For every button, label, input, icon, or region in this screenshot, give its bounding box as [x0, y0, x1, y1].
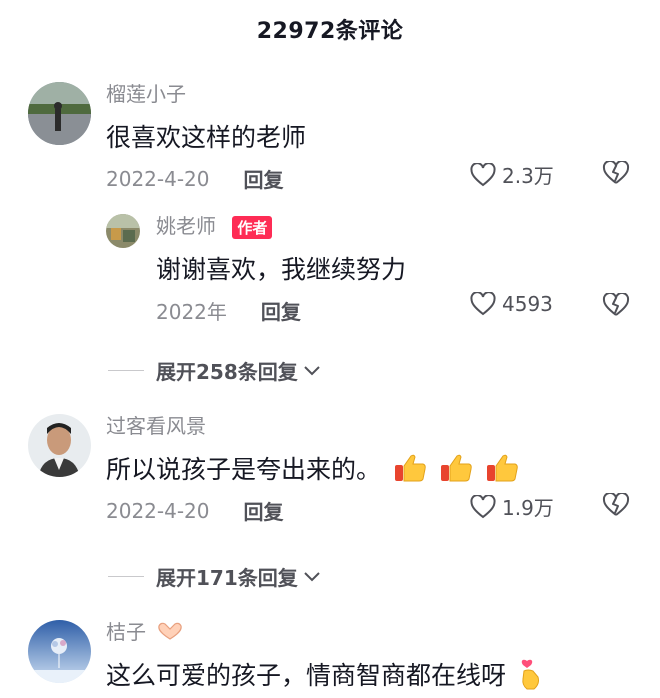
comment-date: 2022-4-20 — [106, 498, 210, 523]
heart-hands-icon — [156, 621, 184, 646]
comment-meta: 2022-4-20 回复 — [106, 164, 284, 193]
divider-line — [108, 576, 144, 577]
avatar[interactable] — [106, 214, 140, 248]
reply-button[interactable]: 回复 — [244, 164, 284, 193]
comment-text: 这么可爱的孩子，情商智商都在线呀 — [106, 656, 544, 697]
chevron-down-icon — [304, 365, 320, 375]
avatar[interactable] — [28, 82, 91, 145]
like-count: 1.9万 — [502, 496, 554, 520]
broken-heart-icon — [602, 491, 630, 516]
dislike-button[interactable] — [602, 491, 630, 521]
thumbs-up-icon — [485, 453, 519, 489]
divider-line — [108, 370, 144, 371]
reply-button[interactable]: 回复 — [244, 496, 284, 525]
comment-text: 谢谢喜欢，我继续努力 — [156, 255, 407, 284]
like-button[interactable]: 1.9万 — [470, 492, 554, 521]
comments-header: 22972条评论 — [0, 0, 660, 58]
username[interactable]: 桔子 — [106, 616, 184, 646]
heart-icon — [470, 162, 496, 186]
like-button[interactable]: 4593 — [470, 292, 553, 316]
comment-count-title: 22972条评论 — [256, 19, 404, 44]
comment-date: 2022年 — [156, 300, 227, 324]
heart-icon — [470, 494, 496, 518]
comment-meta: 2022-4-20 回复 — [106, 496, 284, 525]
like-button[interactable]: 2.3万 — [470, 160, 554, 189]
like-count: 2.3万 — [502, 164, 554, 188]
avatar[interactable] — [28, 414, 91, 477]
username[interactable]: 姚老师 作者 — [156, 210, 273, 239]
comment-text-content: 所以说孩子是夸出来的。 — [106, 455, 382, 484]
chevron-down-icon — [304, 571, 320, 581]
expand-replies-button[interactable]: 展开171条回复 — [108, 562, 322, 591]
avatar[interactable] — [28, 620, 91, 683]
finger-heart-icon — [518, 657, 544, 697]
comment-text-content: 这么可爱的孩子，情商智商都在线呀 — [106, 661, 507, 690]
expand-label: 展开171条回复 — [156, 566, 298, 590]
username-text[interactable]: 桔子 — [106, 620, 146, 644]
broken-heart-icon — [602, 291, 630, 316]
broken-heart-icon — [602, 159, 630, 184]
reply-button[interactable]: 回复 — [261, 296, 301, 325]
heart-icon — [470, 292, 496, 316]
expand-replies-button[interactable]: 展开258条回复 — [108, 356, 322, 385]
thumbs-up-icon — [393, 453, 427, 489]
thumbs-up-icon — [439, 453, 473, 489]
like-count: 4593 — [502, 292, 553, 316]
username[interactable]: 榴莲小子 — [106, 78, 186, 107]
dislike-button[interactable] — [602, 291, 630, 321]
author-name[interactable]: 姚老师 — [156, 214, 216, 238]
comment-date: 2022-4-20 — [106, 166, 210, 191]
username[interactable]: 过客看风景 — [106, 410, 206, 439]
comment-meta: 2022年 回复 — [156, 296, 301, 325]
comment-text: 很喜欢这样的老师 — [106, 123, 307, 152]
expand-label: 展开258条回复 — [156, 360, 298, 384]
author-badge: 作者 — [232, 216, 273, 239]
dislike-button[interactable] — [602, 159, 630, 189]
comment-text: 所以说孩子是夸出来的。 — [106, 450, 519, 489]
